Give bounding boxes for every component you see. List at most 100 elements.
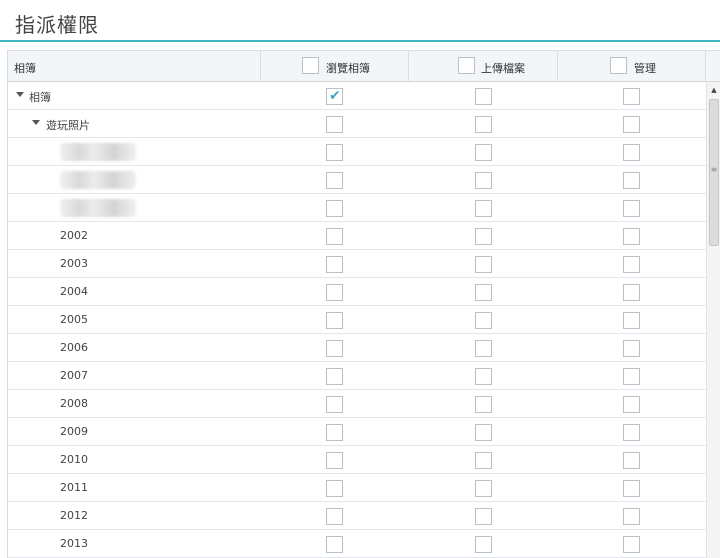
manage-checkbox[interactable]	[623, 172, 640, 189]
row-label: 相簿	[29, 91, 51, 104]
manage-checkbox[interactable]	[623, 368, 640, 385]
upload-checkbox[interactable]	[475, 256, 492, 273]
table-row: 相簿 ✔	[8, 82, 706, 110]
header-name-column[interactable]: 相簿	[8, 51, 261, 81]
scrollbar-thumb[interactable]: ≡	[709, 99, 719, 246]
header-name-label: 相簿	[14, 62, 36, 75]
row-label: 遊玩照片	[46, 119, 90, 132]
browse-checkbox[interactable]	[326, 144, 343, 161]
browse-checkbox[interactable]	[326, 396, 343, 413]
table-row: 2013	[8, 530, 706, 558]
table-row: 2009	[8, 418, 706, 446]
grid-header: 相簿 瀏覽相簿 上傳檔案 管理	[8, 51, 720, 82]
row-label: 2012	[60, 509, 88, 522]
table-row: 2012	[8, 502, 706, 530]
row-label: 2005	[60, 313, 88, 326]
manage-checkbox[interactable]	[623, 200, 640, 217]
upload-checkbox[interactable]	[475, 88, 492, 105]
manage-checkbox[interactable]	[623, 256, 640, 273]
upload-checkbox[interactable]	[475, 144, 492, 161]
checkmark-icon: ✔	[329, 88, 341, 104]
row-label: 2013	[60, 537, 88, 550]
row-label: 2006	[60, 341, 88, 354]
browse-checkbox[interactable]	[326, 256, 343, 273]
upload-checkbox[interactable]	[475, 508, 492, 525]
row-label: 2008	[60, 397, 88, 410]
upload-checkbox[interactable]	[475, 116, 492, 133]
manage-checkbox[interactable]	[623, 144, 640, 161]
manage-checkbox[interactable]	[623, 396, 640, 413]
upload-checkbox[interactable]	[475, 452, 492, 469]
upload-checkbox[interactable]	[475, 340, 492, 357]
permissions-grid: 相簿 瀏覽相簿 上傳檔案 管理 相簿 ✔ 遊玩照片 2002 2003 2004 2005 2…	[7, 50, 720, 558]
manage-checkbox[interactable]	[623, 312, 640, 329]
table-row: 2011	[8, 474, 706, 502]
upload-checkbox[interactable]	[475, 536, 492, 553]
manage-checkbox[interactable]	[623, 340, 640, 357]
page-title: 指派權限	[15, 13, 99, 37]
row-label: 2009	[60, 425, 88, 438]
table-row	[8, 166, 706, 194]
manage-checkbox[interactable]	[623, 424, 640, 441]
browse-checkbox[interactable]	[326, 228, 343, 245]
vertical-scrollbar[interactable]: ▲ ≡	[706, 82, 720, 558]
table-row: 2008	[8, 390, 706, 418]
expand-arrow-icon[interactable]	[32, 120, 40, 125]
upload-checkbox[interactable]	[475, 480, 492, 497]
upload-checkbox[interactable]	[475, 396, 492, 413]
table-row: 2007	[8, 362, 706, 390]
redacted-label	[60, 143, 136, 161]
header-browse-label: 瀏覽相簿	[326, 62, 370, 75]
table-row: 2005	[8, 306, 706, 334]
manage-checkbox[interactable]	[623, 536, 640, 553]
browse-checkbox[interactable]	[326, 452, 343, 469]
expand-arrow-icon[interactable]	[16, 92, 24, 97]
row-label: 2002	[60, 229, 88, 242]
browse-checkbox[interactable]	[326, 116, 343, 133]
header-manage-column: 管理	[558, 51, 706, 81]
upload-checkbox[interactable]	[475, 172, 492, 189]
header-upload-label: 上傳檔案	[481, 62, 525, 75]
browse-checkbox[interactable]	[326, 508, 343, 525]
manage-checkbox[interactable]	[623, 88, 640, 105]
row-label: 2003	[60, 257, 88, 270]
select-all-upload-checkbox[interactable]	[458, 57, 475, 74]
title-bar: 指派權限	[0, 0, 720, 42]
browse-checkbox[interactable]	[326, 200, 343, 217]
browse-checkbox[interactable]	[326, 480, 343, 497]
row-label: 2011	[60, 481, 88, 494]
manage-checkbox[interactable]	[623, 228, 640, 245]
upload-checkbox[interactable]	[475, 424, 492, 441]
table-row	[8, 138, 706, 166]
manage-checkbox[interactable]	[623, 452, 640, 469]
browse-checkbox[interactable]	[326, 312, 343, 329]
browse-checkbox[interactable]	[326, 424, 343, 441]
manage-checkbox[interactable]	[623, 116, 640, 133]
redacted-label	[60, 199, 136, 217]
manage-checkbox[interactable]	[623, 284, 640, 301]
table-row	[8, 194, 706, 222]
select-all-manage-checkbox[interactable]	[610, 57, 627, 74]
browse-checkbox[interactable]	[326, 368, 343, 385]
manage-checkbox[interactable]	[623, 508, 640, 525]
upload-checkbox[interactable]	[475, 368, 492, 385]
browse-checkbox[interactable]	[326, 284, 343, 301]
upload-checkbox[interactable]	[475, 312, 492, 329]
upload-checkbox[interactable]	[475, 228, 492, 245]
manage-checkbox[interactable]	[623, 480, 640, 497]
header-manage-label: 管理	[634, 62, 656, 75]
table-row: 2004	[8, 278, 706, 306]
browse-checkbox[interactable]	[326, 172, 343, 189]
browse-checkbox[interactable]: ✔	[326, 88, 343, 105]
header-upload-column: 上傳檔案	[409, 51, 558, 81]
table-row: 2003	[8, 250, 706, 278]
row-label: 2007	[60, 369, 88, 382]
table-row: 2006	[8, 334, 706, 362]
scroll-up-arrow-icon[interactable]: ▲	[707, 82, 720, 98]
upload-checkbox[interactable]	[475, 284, 492, 301]
browse-checkbox[interactable]	[326, 536, 343, 553]
select-all-browse-checkbox[interactable]	[302, 57, 319, 74]
upload-checkbox[interactable]	[475, 200, 492, 217]
browse-checkbox[interactable]	[326, 340, 343, 357]
row-label: 2004	[60, 285, 88, 298]
